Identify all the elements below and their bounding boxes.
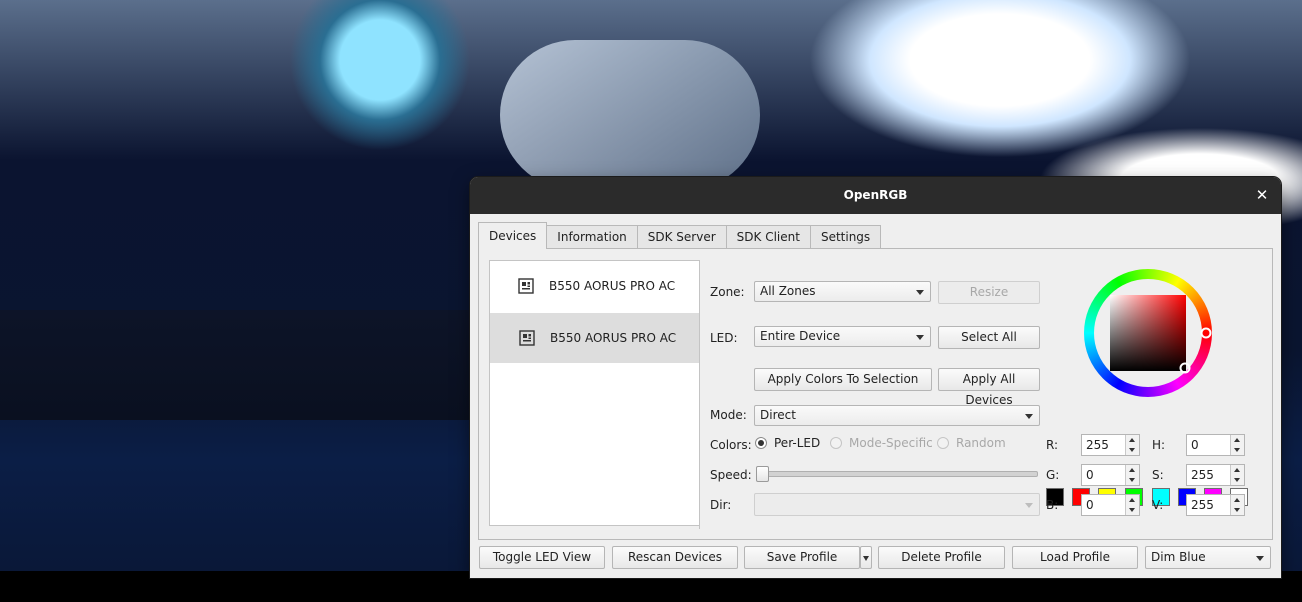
b-spinbox[interactable]: 0 bbox=[1081, 494, 1140, 516]
save-profile-menu-button[interactable] bbox=[860, 546, 872, 569]
profile-select-value: Dim Blue bbox=[1151, 550, 1206, 564]
s-value: 255 bbox=[1191, 468, 1214, 482]
speed-slider-handle[interactable] bbox=[756, 466, 769, 482]
random-label: Random bbox=[956, 436, 1006, 450]
tab-sdk-server[interactable]: SDK Server bbox=[636, 225, 727, 249]
decrement-icon[interactable] bbox=[1234, 448, 1240, 452]
chevron-down-icon bbox=[1025, 503, 1033, 508]
zone-select-value: All Zones bbox=[760, 284, 816, 298]
close-icon[interactable]: ✕ bbox=[1252, 186, 1272, 206]
direction-select[interactable] bbox=[754, 493, 1040, 516]
apply-all-devices-button[interactable]: Apply All Devices bbox=[938, 368, 1040, 407]
speed-label: Speed: bbox=[710, 468, 752, 482]
load-profile-button[interactable]: Load Profile bbox=[1012, 546, 1138, 569]
r-value: 255 bbox=[1086, 438, 1109, 452]
v-label: V: bbox=[1152, 498, 1164, 512]
h-label: H: bbox=[1152, 438, 1166, 452]
increment-icon[interactable] bbox=[1234, 468, 1240, 472]
h-spinbox[interactable]: 0 bbox=[1186, 434, 1245, 456]
chevron-down-icon bbox=[916, 290, 924, 295]
mode-label: Mode: bbox=[710, 408, 747, 422]
chevron-down-icon bbox=[863, 556, 869, 561]
device-name: B550 AORUS PRO AC bbox=[549, 279, 676, 293]
per-led-label: Per-LED bbox=[774, 436, 821, 450]
rescan-devices-button[interactable]: Rescan Devices bbox=[612, 546, 738, 569]
tab-devices[interactable]: Devices bbox=[478, 222, 548, 249]
mode-specific-label: Mode-Specific bbox=[849, 436, 933, 450]
r-label: R: bbox=[1046, 438, 1059, 452]
window-title: OpenRGB bbox=[843, 188, 908, 202]
increment-icon[interactable] bbox=[1129, 438, 1135, 442]
toggle-led-view-button[interactable]: Toggle LED View bbox=[479, 546, 605, 569]
increment-icon[interactable] bbox=[1234, 438, 1240, 442]
v-value: 255 bbox=[1191, 498, 1214, 512]
decrement-icon[interactable] bbox=[1234, 508, 1240, 512]
title-bar[interactable]: OpenRGB ✕ bbox=[470, 177, 1281, 214]
led-select[interactable]: Entire Device bbox=[754, 326, 931, 347]
save-profile-button[interactable]: Save Profile bbox=[744, 546, 860, 569]
per-led-radio[interactable]: Per-LED bbox=[755, 436, 820, 450]
v-spinbox[interactable]: 255 bbox=[1186, 494, 1245, 516]
increment-icon[interactable] bbox=[1234, 498, 1240, 502]
random-radio[interactable]: Random bbox=[937, 436, 1006, 450]
chevron-down-icon bbox=[1256, 556, 1264, 561]
mode-select-value: Direct bbox=[760, 408, 796, 422]
h-value: 0 bbox=[1191, 438, 1199, 452]
radio-indicator bbox=[830, 437, 842, 449]
led-label: LED: bbox=[710, 331, 738, 345]
resize-button[interactable]: Resize bbox=[938, 281, 1040, 304]
increment-icon[interactable] bbox=[1129, 468, 1135, 472]
devices-panel: B550 AORUS PRO AC B550 AORUS PRO AC Zone… bbox=[478, 248, 1273, 540]
zone-select[interactable]: All Zones bbox=[754, 281, 931, 302]
colors-label: Colors: bbox=[710, 438, 752, 452]
r-spinbox[interactable]: 255 bbox=[1081, 434, 1140, 456]
wallpaper-tube bbox=[500, 40, 760, 190]
device-item-selected[interactable]: B550 AORUS PRO AC bbox=[490, 313, 701, 363]
tab-bar: Devices Information SDK Server SDK Clien… bbox=[478, 222, 882, 249]
g-value: 0 bbox=[1086, 468, 1094, 482]
b-value: 0 bbox=[1086, 498, 1094, 512]
led-select-value: Entire Device bbox=[760, 329, 841, 343]
mode-specific-radio[interactable]: Mode-Specific bbox=[830, 436, 933, 450]
apply-colors-to-selection-button[interactable]: Apply Colors To Selection bbox=[754, 368, 932, 391]
g-spinbox[interactable]: 0 bbox=[1081, 464, 1140, 486]
mode-select[interactable]: Direct bbox=[754, 405, 1040, 426]
delete-profile-button[interactable]: Delete Profile bbox=[878, 546, 1005, 569]
speed-slider-track[interactable] bbox=[757, 471, 1038, 477]
zone-label: Zone: bbox=[710, 285, 745, 299]
device-controls: Zone: All Zones Resize LED: Entire Devic… bbox=[699, 260, 1260, 529]
s-label: S: bbox=[1152, 468, 1164, 482]
decrement-icon[interactable] bbox=[1129, 478, 1135, 482]
profile-select[interactable]: Dim Blue bbox=[1145, 546, 1271, 569]
select-all-button[interactable]: Select All bbox=[938, 326, 1040, 349]
decrement-icon[interactable] bbox=[1129, 448, 1135, 452]
tab-information[interactable]: Information bbox=[546, 225, 638, 249]
g-label: G: bbox=[1046, 468, 1060, 482]
motherboard-icon bbox=[519, 330, 535, 346]
increment-icon[interactable] bbox=[1129, 498, 1135, 502]
tab-settings[interactable]: Settings bbox=[809, 225, 882, 249]
tab-sdk-client[interactable]: SDK Client bbox=[725, 225, 811, 249]
chevron-down-icon bbox=[1025, 414, 1033, 419]
openrgb-window: OpenRGB ✕ Devices Information SDK Server… bbox=[470, 177, 1281, 578]
device-list: B550 AORUS PRO AC B550 AORUS PRO AC bbox=[489, 260, 704, 526]
device-name: B550 AORUS PRO AC bbox=[550, 331, 677, 345]
radio-indicator bbox=[755, 437, 767, 449]
s-spinbox[interactable]: 255 bbox=[1186, 464, 1245, 486]
chevron-down-icon bbox=[916, 335, 924, 340]
decrement-icon[interactable] bbox=[1129, 508, 1135, 512]
device-item[interactable]: B550 AORUS PRO AC bbox=[490, 261, 701, 311]
b-label: B: bbox=[1046, 498, 1059, 512]
motherboard-icon bbox=[518, 278, 534, 294]
dir-label: Dir: bbox=[710, 498, 732, 512]
color-wheel[interactable] bbox=[1083, 268, 1213, 398]
radio-indicator bbox=[937, 437, 949, 449]
decrement-icon[interactable] bbox=[1234, 478, 1240, 482]
wallpaper-gpu bbox=[0, 310, 470, 420]
